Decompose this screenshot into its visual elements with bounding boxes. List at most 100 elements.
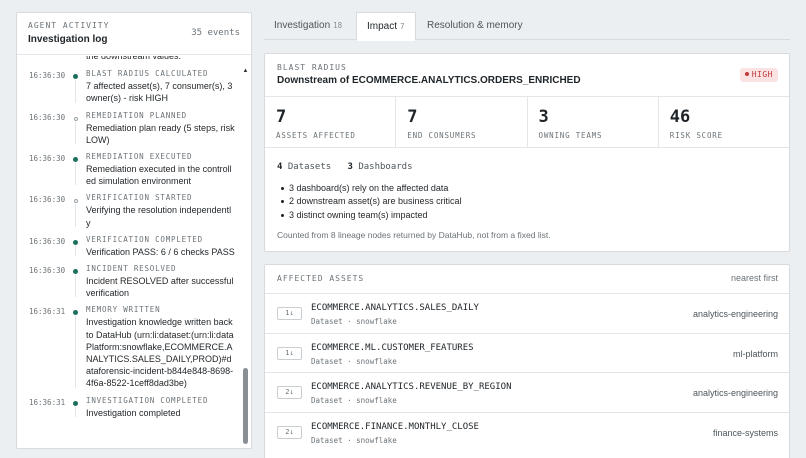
impact-bullets: 3 dashboard(s) rely on the affected data… [279,182,462,222]
asset-owner: finance-systems [712,427,778,438]
tab-label: Investigation [274,20,331,31]
timeline-line [75,204,76,227]
affected-assets-card: AFFECTED ASSETS nearest first 1↓ ECOMMER… [264,264,790,458]
stat-value: 7 [407,107,418,127]
stat-label: OWNING TEAMS [538,131,603,140]
log-entry: 16:36:30 VERIFICATION STARTED Verifying th… [17,192,243,228]
log-event-type: MEMORY WRITTEN [86,305,161,315]
log-event-text: Verification PASS: 6 / 6 checks PASS [86,246,235,257]
dashboards-count: 3 [347,162,353,172]
log-event-text: the downstream values. [86,56,182,61]
dashboards-label: Dashboards [358,162,413,172]
tab-bar: Investigation 18 Impact 7 Resolution & mem… [264,12,790,41]
timeline-dot-icon [74,199,78,204]
assets-list: 1↓ ECOMMERCE.ANALYTICS.SALES_DAILY Datas… [265,293,789,451]
tab-investigation[interactable]: Investigation 18 [264,12,352,40]
table-row[interactable]: 1↓ ECOMMERCE.ML.CUSTOMER_FEATURES Datase… [265,332,789,373]
timeline-dot-icon [73,157,78,163]
activity-title: Investigation log [28,34,108,45]
investigation-log[interactable]: the downstream values. 16:36:30 BLAST RADI… [17,56,243,448]
asset-owner: analytics-engineering [692,388,778,398]
log-entry: 16:36:30 REMEDIATION PLANNED Remediation p… [17,110,243,146]
asset-owner: ml-platform [732,348,778,359]
stat-risk-score: 46 RISK SCORE [659,97,789,147]
timeline-dot-icon [73,310,78,316]
log-event-text: 7 affected asset(s), 7 consumer(s), 3 ow… [86,81,233,104]
events-count: 35 events [191,28,240,38]
log-event-type: BLAST RADIUS CALCULATED [86,69,209,79]
asset-owner: analytics-engineering [692,309,778,319]
blast-title: Downstream of ECOMMERCE.ANALYTICS.ORDERS… [277,75,581,86]
asset-name[interactable]: ECOMMERCE.FINANCE.MONTHLY_CLOSE [311,422,479,432]
log-scrollbar[interactable]: ▲ ▼ [242,68,249,449]
tab-impact[interactable]: Impact 7 [356,12,416,41]
risk-dot-icon [744,71,749,76]
log-event-text: Remediation plan ready (5 steps, risk LO… [86,122,235,145]
log-event-text: Verifying the resolution independently [86,205,232,228]
stat-value: 46 [669,107,691,127]
hop-badge: 1↓ [277,346,302,360]
datasets-label: Datasets [287,162,332,172]
log-entry: 16:36:31 MEMORY WRITTEN Investigation know… [17,304,243,389]
log-timestamp: 16:36:30 [29,236,66,246]
asset-meta: Dataset · snowflake [311,317,397,326]
asset-name[interactable]: ECOMMERCE.ANALYTICS.SALES_DAILY [311,303,479,313]
risk-badge: HIGH [739,68,778,82]
table-row[interactable]: 2↓ ECOMMERCE.FINANCE.MONTHLY_CLOSE Datas… [265,411,789,452]
asset-meta: Dataset · snowflake [311,356,397,366]
stat-value: 3 [538,107,549,127]
timeline-line [75,245,76,257]
scroll-up-icon[interactable]: ▲ [242,68,249,74]
log-timestamp: 16:36:30 [29,195,66,205]
table-row[interactable]: 2↓ ECOMMERCE.ANALYTICS.REVENUE_BY_REGION… [265,372,789,412]
asset-name[interactable]: ECOMMERCE.ANALYTICS.REVENUE_BY_REGION [311,382,511,392]
log-entry: 16:36:30 INCIDENT RESOLVED Incident RESOLV… [17,263,243,299]
asset-type-summary: 4 Datasets 3 Dashboards [277,162,413,172]
hop-badge: 2↓ [277,386,302,399]
timeline-line [75,406,76,417]
list-item: 3 distinct owning team(s) impacted [279,209,462,222]
log-timestamp: 16:36:30 [29,71,66,81]
assets-kicker: AFFECTED ASSETS [277,274,365,283]
log-entry: 16:36:30 VERIFICATION COMPLETED Verificati… [17,234,243,258]
log-entry: the downstream values. [17,56,243,62]
agent-activity-panel: AGENT ACTIVITY Investigation log 35 even… [16,12,252,449]
log-entry: 16:36:31 INVESTIGATION COMPLETED Investiga… [17,395,243,419]
log-entry: 16:36:30 REMEDIATION EXECUTED Remediation … [17,151,243,187]
blast-kicker: BLAST RADIUS [277,63,347,72]
log-entry: 16:36:30 BLAST RADIUS CALCULATED 7 affecte… [17,68,243,104]
stat-label: ASSETS AFFECTED [276,131,356,140]
stat-value: 7 [276,107,287,127]
tab-resolution-memory[interactable]: Resolution & memory [417,12,533,40]
asset-name[interactable]: ECOMMERCE.ML.CUSTOMER_FEATURES [311,343,474,353]
log-event-type: REMEDIATION EXECUTED [86,152,193,162]
log-list: the downstream values. 16:36:30 BLAST RADI… [17,56,243,419]
log-timestamp: 16:36:30 [29,112,66,122]
log-event-text: Incident RESOLVED after successful verif… [86,276,234,299]
asset-meta: Dataset · snowflake [311,396,397,405]
tab-label: Impact [367,21,398,32]
timeline-dot-icon [73,74,78,80]
tab-label: Resolution & memory [427,20,523,31]
hop-badge: 2↓ [277,425,302,439]
scroll-thumb[interactable] [243,368,248,444]
list-item: 2 downstream asset(s) are business criti… [279,195,462,208]
log-event-type: INCIDENT RESOLVED [86,264,177,274]
timeline-line [75,121,76,145]
log-event-text: Investigation knowledge written back to … [86,317,234,389]
stat-assets-affected: 7 ASSETS AFFECTED [265,97,397,147]
timeline-line [75,80,76,103]
list-item: 3 dashboard(s) rely on the affected data [279,182,462,195]
timeline-dot-icon [73,239,78,245]
timeline-line [75,163,76,186]
datasets-count: 4 [277,162,283,172]
asset-meta: Dataset · snowflake [311,435,397,445]
sort-order[interactable]: nearest first [731,273,778,283]
log-timestamp: 16:36:31 [29,307,66,317]
activity-header: AGENT ACTIVITY Investigation log 35 even… [17,13,251,55]
activity-kicker: AGENT ACTIVITY [28,21,110,30]
stat-owning-teams: 3 OWNING TEAMS [528,97,659,147]
table-row[interactable]: 1↓ ECOMMERCE.ANALYTICS.SALES_DAILY Datas… [265,293,789,333]
log-event-text: Investigation completed [86,407,181,418]
scroll-down-icon[interactable]: ▼ [242,448,249,449]
